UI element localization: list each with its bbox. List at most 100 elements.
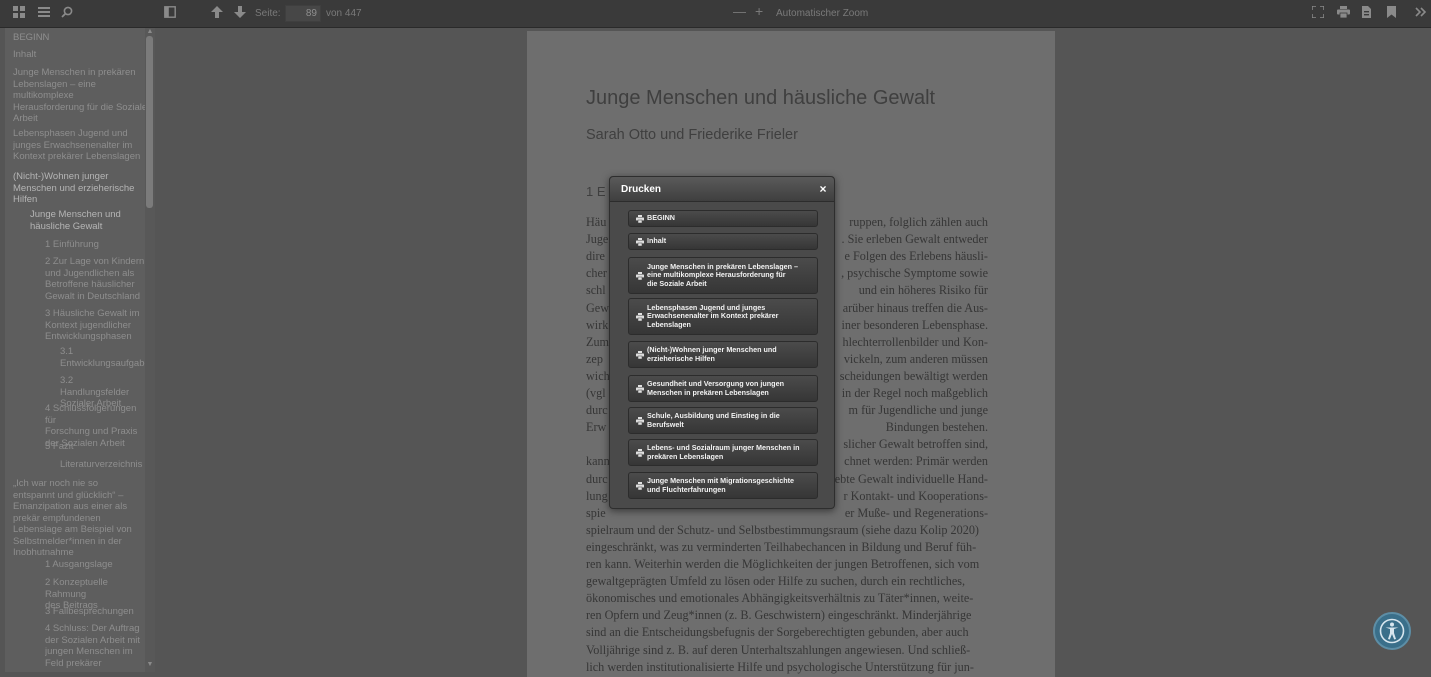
- text-line-right-fragment: und ein höheres Risiko für: [858, 283, 988, 298]
- text-line: spielraum und der Schutz- und Selbstbest…: [586, 522, 979, 537]
- print-option-button[interactable]: Gesundheit und Versorgung von jungen Men…: [628, 375, 818, 402]
- outline-item-nicht-wohnen[interactable]: (Nicht-)Wohnen junger Menschen und erzie…: [13, 171, 153, 206]
- text-line-left-fragment: schl: [586, 283, 606, 298]
- text-line-right-fragment: chnet werden: Primär werden: [844, 454, 988, 469]
- outline-sidebar: BEGINN Inhalt Junge Menschen in prekären…: [5, 28, 155, 672]
- print-option-button[interactable]: Inhalt: [628, 233, 818, 250]
- fullscreen-icon[interactable]: [1310, 5, 1326, 22]
- text-line-right-fragment: vickeln, zum anderen müssen: [843, 351, 988, 366]
- text-line-right-fragment: e Folgen des Erlebens häusli-: [844, 249, 988, 264]
- sidebar-scrollbar[interactable]: ▲ ▼: [145, 28, 155, 672]
- scroll-up-icon[interactable]: ▲: [145, 28, 155, 36]
- page-label: Seite:: [255, 8, 281, 19]
- print-option-button[interactable]: Schule, Ausbildung und Einstieg in die B…: [628, 407, 818, 434]
- outline-icon[interactable]: [36, 6, 52, 22]
- text-line-left-fragment: dire: [586, 249, 605, 264]
- outline-item-schluss-auftrag[interactable]: 4 Schluss: Der Auftrag der Sozialen Arbe…: [45, 623, 145, 669]
- text-line-right-fragment: arüber hinaus treffen die Aus-: [842, 300, 988, 315]
- text-line-left-fragment: wirk: [586, 317, 609, 332]
- toolbar: Seite: von 447 — + Automatischer Zoom: [0, 0, 1431, 28]
- outline-item-entwicklungsphasen[interactable]: 3 Häusliche Gewalt im Kontext jugendlich…: [45, 308, 145, 343]
- text-line-left-fragment: Juge: [586, 232, 609, 247]
- printer-icon: [636, 214, 645, 223]
- print-option-button[interactable]: Junge Menschen mit Migrationsgeschichte …: [628, 472, 818, 499]
- text-line-left-fragment: (vgl: [586, 386, 606, 400]
- thumbnails-icon[interactable]: [11, 6, 27, 22]
- search-icon[interactable]: [59, 6, 75, 22]
- text-line: sind an die Entscheidungsbefugnis der So…: [586, 625, 969, 640]
- text-line-left-fragment: lung: [586, 488, 608, 503]
- text-line: eingeschränkt, was zu verminderten Teilh…: [586, 539, 977, 554]
- print-option-label: BEGINN: [647, 213, 675, 223]
- outline-item-einfuehrung[interactable]: 1 Einführung: [45, 239, 145, 251]
- text-line-right-fragment: in der Regel noch maßgeblich: [841, 386, 988, 400]
- close-icon[interactable]: ×: [817, 183, 829, 195]
- page-number-input[interactable]: [285, 5, 321, 22]
- outline-item-ausgangslage[interactable]: 1 Ausgangslage: [45, 559, 145, 571]
- chapter-title: Junge Menschen und häusliche Gewalt: [586, 87, 936, 109]
- text-line: ren Opfern und Zeug*innen (z. B. Geschwi…: [586, 608, 972, 623]
- print-option-button[interactable]: Junge Menschen in prekären Lebenslagen –…: [628, 257, 818, 294]
- outline-item-haeusliche-gewalt[interactable]: Junge Menschen und häusliche Gewalt: [30, 209, 150, 232]
- printer-icon: [636, 350, 645, 359]
- outline-item-entspannt-gluecklich[interactable]: „Ich war noch nie so entspannt und glück…: [13, 478, 153, 559]
- download-icon[interactable]: [1358, 6, 1374, 22]
- sidebar-toggle-icon[interactable]: [162, 6, 178, 22]
- print-icon[interactable]: [1335, 6, 1351, 22]
- section-heading: 1 E: [586, 184, 606, 199]
- text-line: ren kann. Weiterhin werden die Möglichke…: [586, 557, 980, 571]
- more-tools-icon[interactable]: [1413, 6, 1429, 22]
- scroll-down-icon[interactable]: ▼: [145, 660, 155, 670]
- outline-item-fazit[interactable]: 5 Fazit: [45, 441, 145, 453]
- printer-icon: [636, 271, 645, 280]
- text-line-left-fragment: durc: [586, 403, 608, 418]
- outline-item-beginn[interactable]: BEGINN: [13, 32, 153, 44]
- bookmark-icon[interactable]: [1383, 6, 1399, 22]
- print-option-label: (Nicht-)Wohnen junger Menschen und erzie…: [647, 344, 777, 363]
- print-option-button[interactable]: Lebensphasen Jugend und junges Erwachsen…: [628, 298, 818, 335]
- printer-icon: [636, 416, 645, 425]
- chapter-authors: Sarah Otto und Friederike Frieler: [586, 127, 798, 143]
- printer-icon: [636, 384, 645, 393]
- text-line-left-fragment: Zum: [586, 334, 610, 349]
- print-option-label: Schule, Ausbildung und Einstieg in die B…: [647, 410, 780, 429]
- outline-item-inhalt[interactable]: Inhalt: [13, 49, 153, 61]
- text-line-left-fragment: Erw: [586, 420, 607, 435]
- text-line-right-fragment: er Muße- und Regenerations-: [844, 505, 988, 520]
- text-line-right-fragment: slicher Gewalt betroffen sind,: [843, 437, 988, 452]
- outline-item-lebensphasen[interactable]: Lebensphasen Jugend und junges Erwachsen…: [13, 128, 153, 163]
- text-line-left-fragment: spie: [586, 505, 606, 520]
- zoom-out-button[interactable]: —: [733, 5, 746, 19]
- print-option-button[interactable]: Lebens- und Sozialraum junger Menschen i…: [628, 439, 818, 466]
- outline-item-literaturverzeichnis[interactable]: Literaturverzeichnis: [60, 459, 145, 471]
- outline-item-junge-menschen-prekaer[interactable]: Junge Menschen in prekären Lebenslagen –…: [13, 67, 153, 125]
- print-option-label: Inhalt: [647, 236, 667, 246]
- text-line-left-fragment: zep: [586, 351, 603, 366]
- printer-icon: [636, 481, 645, 490]
- outline-item-lage-kinder[interactable]: 2 Zur Lage von Kindern und Jugendlichen …: [45, 256, 145, 302]
- text-line-left-fragment: Häu: [586, 215, 607, 229]
- outline-item-entwicklungsaufgaben[interactable]: 3.1 Entwicklungsaufgaben: [60, 346, 145, 369]
- zoom-in-button[interactable]: +: [755, 4, 763, 18]
- text-line-right-fragment: ebte Gewalt individuelle Hand-: [834, 471, 988, 486]
- dialog-title: Drucken: [621, 184, 662, 195]
- previous-page-icon[interactable]: [209, 6, 225, 22]
- printer-icon: [636, 448, 645, 457]
- zoom-select[interactable]: Automatischer Zoom: [776, 7, 868, 21]
- text-line-right-fragment: , psychische Symptome sowie: [841, 266, 988, 281]
- print-option-button[interactable]: (Nicht-)Wohnen junger Menschen und erzie…: [628, 341, 818, 368]
- accessibility-icon[interactable]: [1373, 612, 1411, 650]
- scrollbar-thumb[interactable]: [146, 36, 153, 208]
- print-option-button[interactable]: BEGINN: [628, 210, 818, 227]
- print-option-label: Lebens- und Sozialraum junger Menschen i…: [647, 442, 800, 461]
- text-line-left-fragment: kann: [586, 454, 610, 469]
- text-line-left-fragment: cher: [586, 266, 607, 281]
- dialog-header: Drucken ×: [610, 177, 834, 202]
- text-line-right-fragment: Bindungen bestehen.: [885, 420, 988, 435]
- print-option-label: Junge Menschen in prekären Lebenslagen –…: [647, 261, 798, 288]
- outline-item-fallbesprechungen[interactable]: 3 Fallbesprechungen: [45, 606, 145, 618]
- next-page-icon[interactable]: [232, 6, 248, 22]
- print-option-label: Junge Menschen mit Migrationsgeschichte …: [647, 475, 794, 494]
- text-line: lich werden institutionalisierte Hilfe u…: [586, 659, 974, 674]
- text-line-left-fragment: wich: [586, 368, 610, 383]
